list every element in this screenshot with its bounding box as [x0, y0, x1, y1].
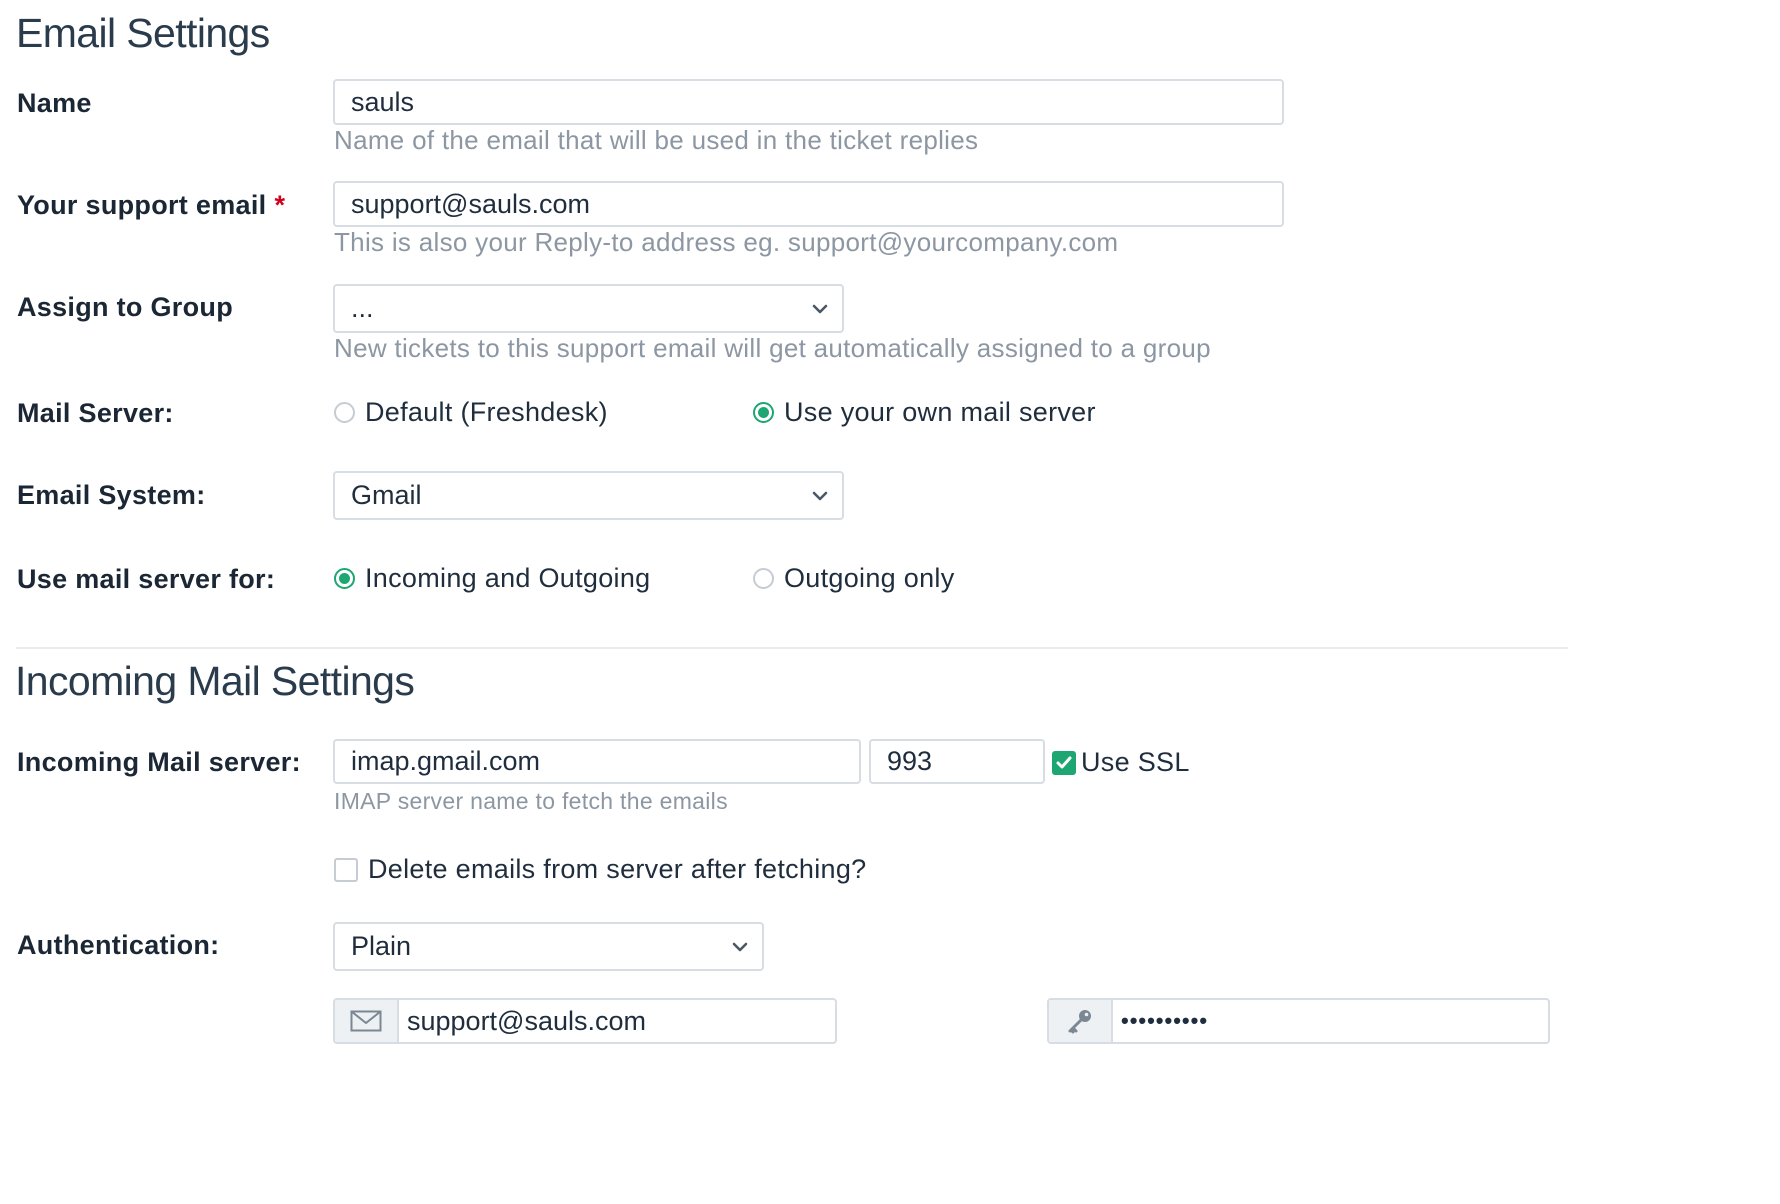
assign-group-help: New tickets to this support email will g…	[334, 333, 1211, 363]
name-value: sauls	[351, 86, 415, 117]
delete-after-fetch-checkbox[interactable]: Delete emails from server after fetching…	[334, 854, 867, 885]
use-ssl-checkbox[interactable]: Use SSL	[1052, 747, 1190, 778]
support-email-label-text: Your support email	[17, 190, 267, 220]
incoming-host-value: imap.gmail.com	[351, 746, 541, 776]
incoming-port-input[interactable]: 993	[869, 739, 1045, 784]
support-email-label: Your support email *	[17, 190, 285, 221]
section-divider	[16, 647, 1568, 649]
support-email-input[interactable]: support@sauls.com	[333, 181, 1284, 227]
chevron-down-icon	[812, 304, 828, 314]
assign-group-label: Assign to Group	[17, 292, 233, 322]
radio-circle-outgoing-only[interactable]	[753, 568, 774, 589]
radio-incoming-outgoing-label: Incoming and Outgoing	[365, 563, 651, 593]
radio-outgoing-only-label: Outgoing only	[784, 563, 955, 593]
use-ssl-label: Use SSL	[1081, 747, 1190, 777]
assign-group-selected: ...	[351, 293, 374, 323]
radio-outgoing-only[interactable]: Outgoing only	[753, 563, 955, 594]
assign-group-select[interactable]: ...	[333, 284, 844, 333]
email-settings-title: Email Settings	[16, 10, 270, 56]
required-asterisk: *	[274, 190, 286, 220]
mail-server-for-label: Use mail server for:	[17, 564, 276, 594]
email-system-selected: Gmail	[351, 480, 422, 510]
authentication-label: Authentication:	[17, 930, 220, 960]
support-email-help: This is also your Reply-to address eg. s…	[334, 227, 1119, 257]
authentication-selected: Plain	[351, 931, 412, 961]
authentication-select[interactable]: Plain	[333, 922, 764, 971]
incoming-port-value: 993	[887, 746, 933, 776]
incoming-host-input[interactable]: imap.gmail.com	[333, 739, 861, 784]
radio-circle-own-server[interactable]	[753, 402, 774, 423]
chevron-down-icon	[732, 942, 748, 952]
checkmark-icon[interactable]	[1052, 750, 1076, 775]
name-input[interactable]: sauls	[333, 79, 1284, 125]
mail-server-label: Mail Server:	[17, 398, 174, 428]
key-icon	[1049, 1000, 1113, 1042]
chevron-down-icon	[812, 491, 828, 501]
username-value: support@sauls.com	[407, 1005, 647, 1036]
radio-incoming-outgoing[interactable]: Incoming and Outgoing	[334, 563, 651, 594]
radio-own-server-label: Use your own mail server	[784, 397, 1096, 427]
radio-default-freshdesk[interactable]: Default (Freshdesk)	[334, 397, 608, 428]
radio-default-label: Default (Freshdesk)	[365, 397, 608, 427]
radio-circle-incoming-outgoing[interactable]	[334, 568, 355, 589]
name-help: Name of the email that will be used in t…	[334, 125, 979, 155]
password-field[interactable]: ••••••••••	[1047, 998, 1550, 1044]
name-label: Name	[17, 88, 92, 118]
radio-own-mail-server[interactable]: Use your own mail server	[753, 397, 1096, 428]
incoming-settings-title: Incoming Mail Settings	[15, 658, 415, 704]
incoming-server-help: IMAP server name to fetch the emails	[334, 788, 728, 814]
support-email-value: support@sauls.com	[351, 188, 591, 219]
username-field[interactable]: support@sauls.com	[333, 998, 837, 1044]
password-mask: ••••••••••	[1121, 1008, 1209, 1033]
email-system-select[interactable]: Gmail	[333, 471, 844, 520]
email-system-label: Email System:	[17, 480, 206, 510]
delete-after-fetch-label: Delete emails from server after fetching…	[368, 854, 867, 884]
radio-circle-default[interactable]	[334, 402, 355, 423]
envelope-icon	[335, 1000, 399, 1042]
incoming-server-label: Incoming Mail server:	[17, 747, 301, 777]
delete-after-fetch-box[interactable]	[334, 857, 358, 882]
